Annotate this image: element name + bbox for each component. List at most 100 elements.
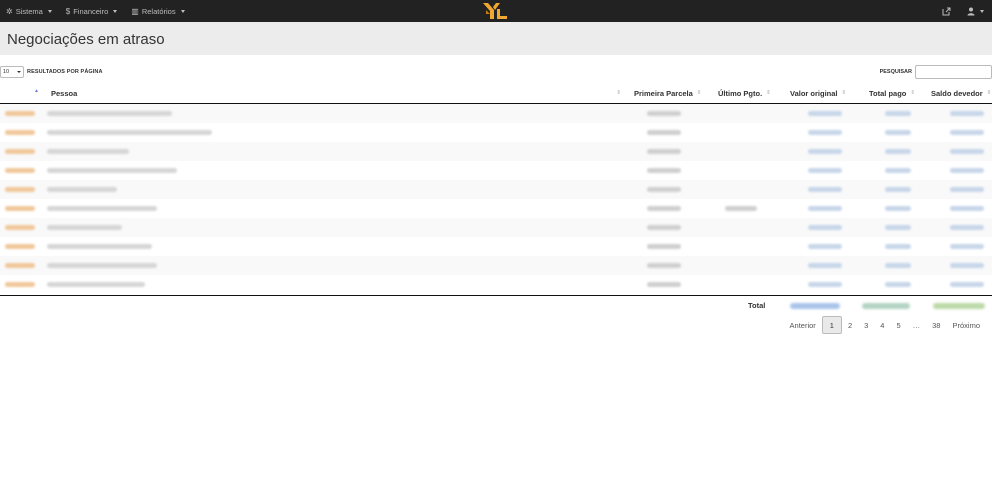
page-header: Negociações em atraso: [0, 22, 992, 55]
menu-relatorios[interactable]: ▥ Relatórios: [131, 7, 185, 16]
row-first-installment-redacted: [647, 168, 681, 173]
row-id-redacted: [5, 111, 35, 116]
row-total-paid-redacted: [885, 130, 911, 135]
total-pago: [862, 303, 910, 309]
column-ultimo-pgto[interactable]: Último Pgto. ⇕: [718, 83, 771, 103]
pagination: Anterior 1 2 3 4 5 … 38 Próximo: [784, 316, 986, 334]
row-first-installment-redacted: [647, 225, 681, 230]
pagination-next[interactable]: Próximo: [946, 316, 986, 334]
pagination-previous[interactable]: Anterior: [784, 316, 822, 334]
row-original-value-redacted: [808, 225, 842, 230]
row-original-value-redacted: [808, 168, 842, 173]
row-original-value-redacted: [808, 187, 842, 192]
row-id-redacted: [5, 244, 35, 249]
page-length-select[interactable]: 10: [0, 66, 24, 78]
row-id-redacted: [5, 225, 35, 230]
row-original-value-redacted: [808, 282, 842, 287]
pagination-page-5[interactable]: 5: [890, 316, 906, 334]
row-first-installment-redacted: [647, 263, 681, 268]
table-row[interactable]: [0, 218, 992, 237]
main-menu: ✲ Sistema $ Financeiro ▥ Relatórios: [6, 0, 185, 22]
column-ultimo-pgto-label: Último Pgto.: [718, 88, 763, 98]
row-id-redacted: [5, 282, 35, 287]
row-id-redacted: [5, 168, 35, 173]
row-person-redacted: [47, 111, 172, 116]
user-menu-icon[interactable]: [967, 7, 984, 16]
row-total-paid-redacted: [885, 263, 911, 268]
pagination-page-1[interactable]: 1: [821, 316, 842, 334]
row-original-value-redacted: [808, 206, 842, 211]
page-length-control: 10 RESULTADOS POR PÁGINA: [0, 66, 103, 78]
column-pessoa[interactable]: Pessoa ⇕: [51, 83, 621, 103]
column-saldo-devedor[interactable]: Saldo devedor ⇕: [931, 83, 991, 103]
menu-financeiro[interactable]: $ Financeiro: [66, 6, 118, 16]
row-id-redacted: [5, 187, 35, 192]
row-first-installment-redacted: [647, 244, 681, 249]
table-row[interactable]: [0, 161, 992, 180]
pagination-page-2[interactable]: 2: [842, 316, 858, 334]
pagination-page-last[interactable]: 38: [926, 316, 946, 334]
row-person-redacted: [47, 168, 177, 173]
row-original-value-redacted: [808, 149, 842, 154]
table-row[interactable]: [0, 199, 992, 218]
table-header: ▲ Pessoa ⇕ Primeira Parcela ⇕ Último Pgt…: [0, 83, 992, 104]
sort-asc-icon[interactable]: ▲: [34, 88, 39, 94]
menu-financeiro-label: Financeiro: [73, 6, 109, 16]
column-valor-original-label: Valor original: [790, 88, 838, 98]
sort-icon: ⇕: [986, 90, 992, 96]
row-balance-redacted: [950, 282, 984, 287]
row-first-installment-redacted: [647, 149, 681, 154]
chevron-down-icon: [17, 71, 21, 73]
row-total-paid-redacted: [885, 111, 911, 116]
table-row[interactable]: [0, 237, 992, 256]
brand-logo[interactable]: [481, 1, 509, 21]
table-row[interactable]: [0, 142, 992, 161]
row-original-value-redacted: [808, 244, 842, 249]
pagination-page-4[interactable]: 4: [874, 316, 890, 334]
external-link-icon[interactable]: [942, 7, 951, 16]
sort-icon: ⇕: [766, 90, 771, 96]
row-balance-redacted: [950, 187, 984, 192]
column-total-pago[interactable]: Total pago ⇕: [869, 83, 915, 103]
row-total-paid-redacted: [885, 206, 911, 211]
table-row[interactable]: [0, 275, 992, 294]
row-last-payment-redacted: [725, 206, 757, 211]
column-valor-original[interactable]: Valor original ⇕: [790, 83, 846, 103]
row-balance-redacted: [950, 111, 984, 116]
row-total-paid-redacted: [885, 168, 911, 173]
search-control: PESQUISAR: [880, 65, 992, 79]
row-balance-redacted: [950, 263, 984, 268]
menu-sistema[interactable]: ✲ Sistema: [6, 7, 52, 16]
sort-icon: ⇕: [841, 90, 847, 96]
page-title: Negociações em atraso: [7, 31, 165, 48]
row-id-redacted: [5, 149, 35, 154]
row-person-redacted: [47, 244, 152, 249]
row-balance-redacted: [950, 244, 984, 249]
column-primeira-parcela-label: Primeira Parcela: [634, 88, 693, 98]
table-row[interactable]: [0, 180, 992, 199]
table-row[interactable]: [0, 104, 992, 123]
row-person-redacted: [47, 130, 212, 135]
pagination-page-3[interactable]: 3: [858, 316, 874, 334]
menu-sistema-label: Sistema: [15, 6, 43, 16]
row-person-redacted: [47, 149, 129, 154]
row-first-installment-redacted: [647, 282, 681, 287]
chevron-down-icon: [47, 9, 52, 13]
row-first-installment-redacted: [647, 187, 681, 192]
row-balance-redacted: [950, 149, 984, 154]
column-primeira-parcela[interactable]: Primeira Parcela ⇕: [634, 83, 701, 103]
search-input[interactable]: [915, 65, 992, 79]
chevron-down-icon: [980, 9, 984, 13]
top-navbar: ✲ Sistema $ Financeiro ▥ Relatórios: [0, 0, 992, 22]
row-total-paid-redacted: [885, 282, 911, 287]
total-saldo-devedor: [933, 303, 985, 309]
table-row[interactable]: [0, 256, 992, 275]
table-row[interactable]: [0, 123, 992, 142]
gear-icon: ✲: [6, 6, 13, 16]
sort-icon: ⇕: [616, 90, 621, 96]
row-id-redacted: [5, 206, 35, 211]
column-saldo-devedor-label: Saldo devedor: [931, 88, 983, 98]
row-person-redacted: [47, 282, 145, 287]
row-balance-redacted: [950, 130, 984, 135]
row-total-paid-redacted: [885, 187, 911, 192]
